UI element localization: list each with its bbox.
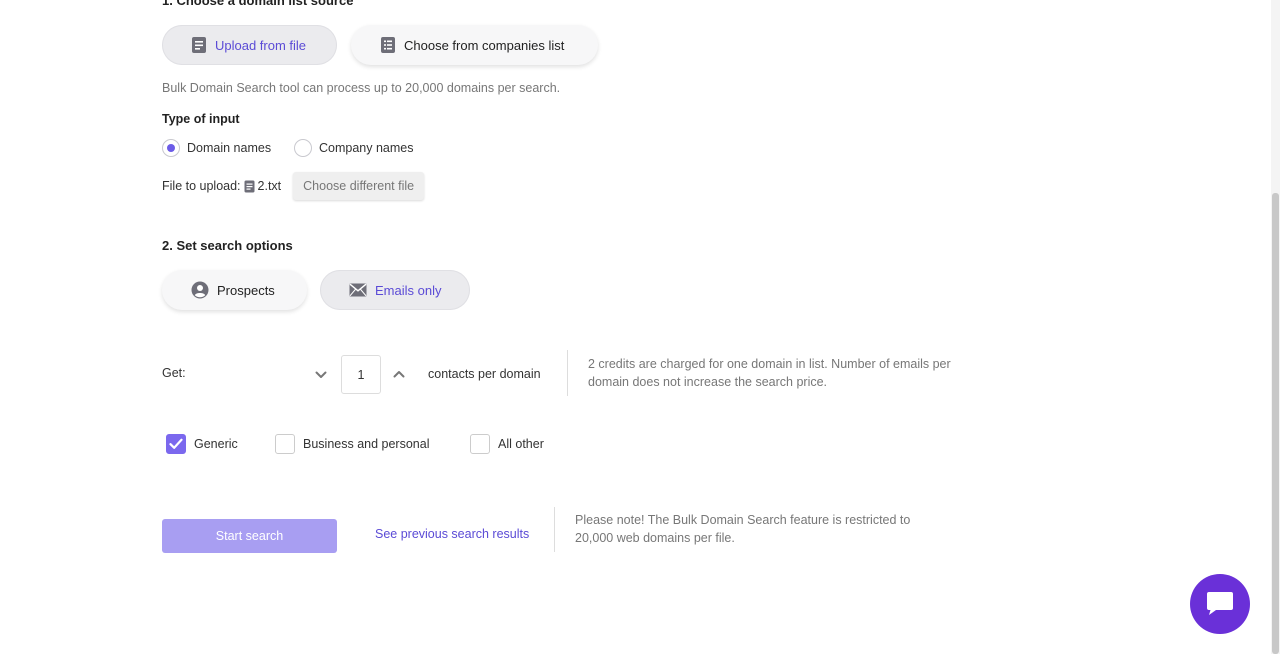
emails-only-button[interactable]: Emails only — [320, 270, 470, 310]
checkbox[interactable] — [470, 434, 490, 454]
emails-only-label: Emails only — [375, 282, 442, 298]
domain-limit-hint: Bulk Domain Search tool can process up t… — [162, 81, 561, 95]
checkbox-business-personal[interactable]: Business and personal — [275, 434, 429, 454]
increase-button[interactable] — [390, 365, 408, 383]
contacts-count-input[interactable]: 1 — [341, 355, 381, 394]
choose-different-file-button[interactable]: Choose different file — [293, 172, 425, 200]
upload-from-file-button[interactable]: Upload from file — [162, 25, 337, 65]
file-icon — [191, 36, 207, 54]
file-name-text: 2.txt — [257, 179, 282, 193]
chevron-up-icon — [393, 370, 405, 378]
checkbox[interactable] — [275, 434, 295, 454]
checkbox-checked[interactable] — [166, 434, 186, 454]
start-search-button[interactable]: Start search — [162, 519, 337, 553]
scrollbar-thumb[interactable] — [1272, 193, 1279, 654]
divider — [554, 507, 555, 552]
radio-company-names[interactable]: Company names — [294, 139, 414, 157]
radio-button[interactable] — [294, 139, 312, 157]
checkbox-generic-label: Generic — [194, 437, 238, 451]
checkbox-business-personal-label: Business and personal — [303, 437, 430, 451]
decrease-button[interactable] — [312, 366, 330, 384]
checkbox-generic[interactable]: Generic — [166, 434, 238, 454]
radio-button-checked[interactable] — [162, 139, 180, 157]
divider — [567, 350, 568, 396]
section-title-search-options: 2. Set search options — [162, 238, 293, 253]
upload-from-file-label: Upload from file — [215, 37, 307, 53]
get-label: Get: — [162, 366, 186, 380]
prospects-button[interactable]: Prospects — [162, 270, 307, 310]
type-of-input-label: Type of input — [162, 112, 240, 126]
file-upload-row: File to upload: 2.txt Choose different f… — [162, 172, 425, 200]
previous-results-link[interactable]: See previous search results — [375, 527, 529, 541]
section-title-source: 1. Choose a domain list source — [162, 0, 354, 8]
radio-domain-names-label: Domain names — [187, 141, 272, 155]
credits-note: 2 credits are charged for one domain in … — [588, 357, 951, 389]
envelope-icon — [349, 283, 367, 297]
radio-company-names-label: Company names — [319, 141, 414, 155]
prospects-label: Prospects — [217, 282, 275, 298]
choose-from-companies-label: Choose from companies list — [404, 37, 565, 53]
list-icon — [380, 36, 396, 54]
checkbox-all-other-label: All other — [498, 437, 544, 451]
person-icon — [191, 281, 209, 299]
chat-icon — [1205, 591, 1235, 617]
chat-button[interactable] — [1190, 574, 1250, 634]
contacts-per-domain-label: contacts per domain — [428, 367, 541, 381]
restriction-note: Please note! The Bulk Domain Search feat… — [575, 513, 911, 545]
radio-domain-names[interactable]: Domain names — [162, 139, 271, 157]
checkbox-all-other[interactable]: All other — [470, 434, 544, 454]
file-to-upload-label: File to upload: — [162, 179, 241, 193]
choose-from-companies-button[interactable]: Choose from companies list — [351, 25, 598, 65]
file-name: 2.txt — [244, 179, 282, 193]
chevron-down-icon — [315, 371, 327, 379]
file-icon — [244, 180, 255, 193]
